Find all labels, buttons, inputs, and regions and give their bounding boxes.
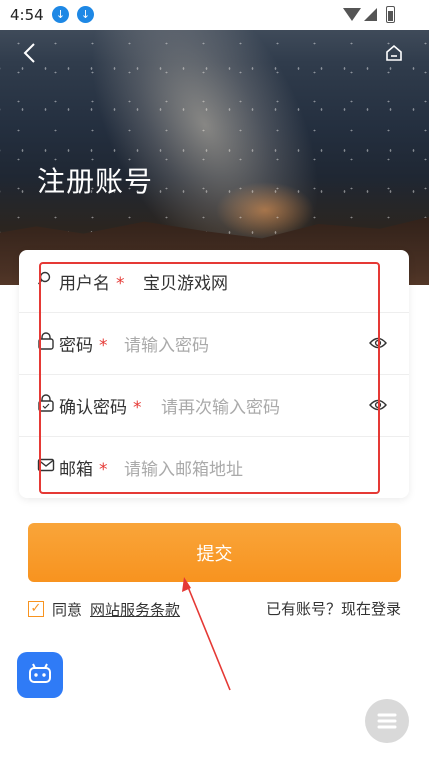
home-icon[interactable] [385,44,403,62]
signal-icon [364,8,377,21]
download-icon: ↓ [77,6,94,23]
terms-link[interactable]: 网站服务条款 [90,599,180,620]
wifi-icon [343,8,361,21]
highlight-box [39,262,380,494]
agreement-row: ✓ 同意 网站服务条款 [28,599,180,619]
agree-prefix: 同意 [52,600,83,619]
download-icon: ↓ [52,6,69,23]
login-link[interactable]: 已有账号？现在登录 [266,598,401,619]
status-time: 4:54 [10,6,44,24]
page-title: 注册账号 [37,165,154,198]
robot-assistant-button[interactable] [17,652,63,698]
header-background-image [0,0,429,285]
agree-checkbox[interactable]: ✓ [28,601,44,617]
status-bar: 4:54 ↓ ↓ [0,0,429,30]
menu-icon[interactable] [365,699,409,743]
back-chevron-icon[interactable] [18,40,44,66]
submit-button[interactable]: 提交 [28,523,401,582]
battery-icon [386,6,395,23]
